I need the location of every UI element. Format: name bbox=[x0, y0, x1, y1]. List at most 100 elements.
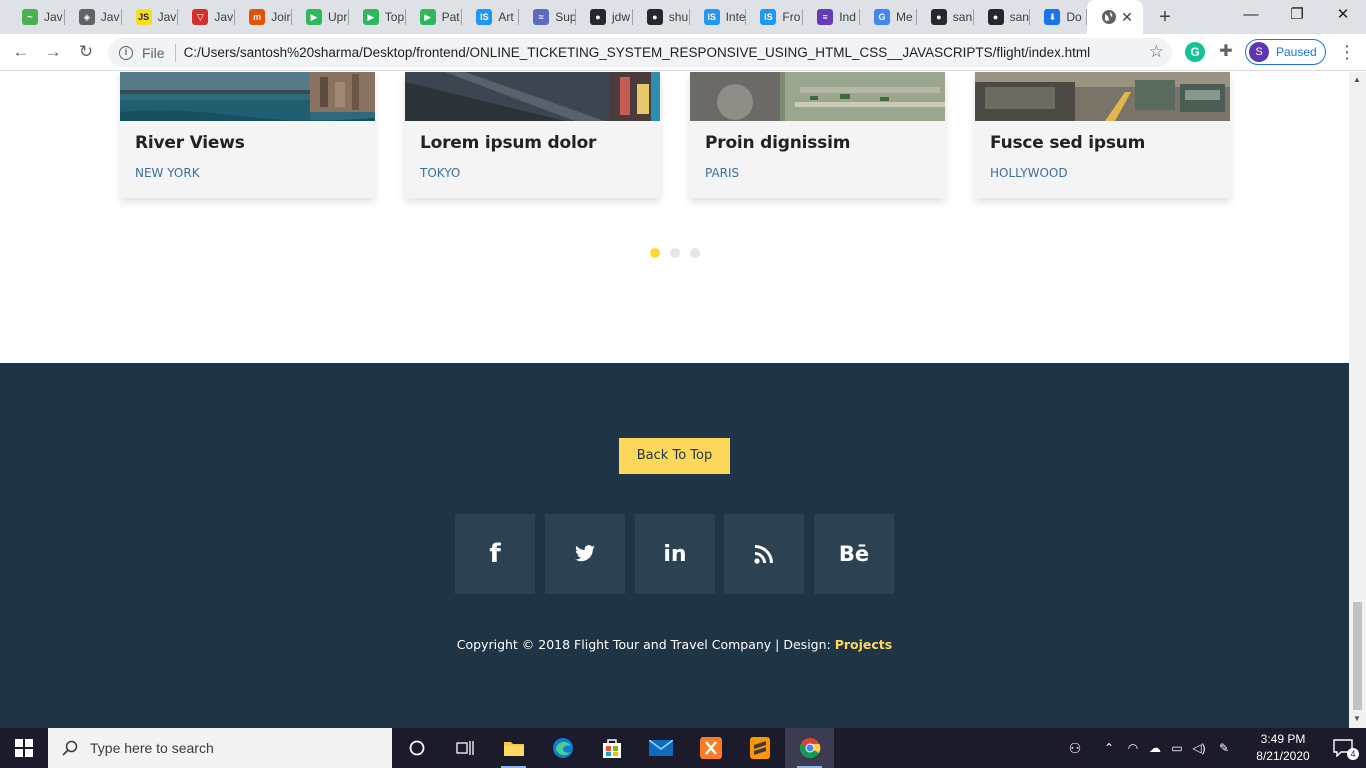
carousel-dot[interactable] bbox=[690, 248, 700, 258]
page-scrollbar[interactable]: ▲ ▼ bbox=[1349, 72, 1366, 728]
destination-card[interactable]: Proin dignissim PARIS bbox=[690, 72, 945, 198]
close-tab-icon[interactable]: ✕ bbox=[1119, 9, 1135, 25]
wave-tab-icon: ≈ bbox=[533, 9, 550, 25]
list-tab-icon: ≡ bbox=[817, 9, 834, 25]
menu-kebab-icon[interactable]: ⋮ bbox=[1338, 40, 1356, 64]
address-bar[interactable]: i File C:/Users/santosh%20sharma/Desktop… bbox=[108, 38, 1172, 67]
tab-label: jdw bbox=[612, 10, 631, 24]
destination-card[interactable]: River Views NEW YORK bbox=[120, 72, 375, 198]
grammarly-extension-icon[interactable]: G bbox=[1185, 42, 1205, 62]
twitter-button[interactable] bbox=[545, 514, 625, 594]
browser-tab[interactable]: ≈ Sup bbox=[519, 0, 576, 34]
design-link[interactable]: Projects bbox=[835, 637, 893, 652]
browser-tab[interactable]: ● san bbox=[917, 0, 974, 34]
browser-tab[interactable]: ◈ Jav bbox=[65, 0, 122, 34]
m-tab-icon: m bbox=[249, 9, 266, 25]
destination-title[interactable]: River Views bbox=[135, 133, 245, 153]
browser-tab[interactable]: G Me bbox=[860, 0, 917, 34]
volume-icon[interactable]: ◁) bbox=[1188, 741, 1210, 755]
browser-tab[interactable]: ● jdw bbox=[576, 0, 633, 34]
browser-tab[interactable]: ● shu bbox=[633, 0, 690, 34]
linkedin-icon: in bbox=[663, 541, 687, 567]
mail-button[interactable] bbox=[636, 728, 685, 768]
notification-count: 4 bbox=[1347, 748, 1359, 760]
url-text[interactable]: C:/Users/santosh%20sharma/Desktop/fronte… bbox=[184, 45, 1091, 60]
destination-title[interactable]: Proin dignissim bbox=[705, 133, 850, 153]
tab-label: Joir bbox=[271, 10, 291, 24]
browser-tab[interactable]: ▶ Upr bbox=[292, 0, 349, 34]
browser-tab[interactable]: ▽ Jav bbox=[178, 0, 236, 34]
start-button[interactable] bbox=[0, 728, 48, 768]
play-tab-icon: ▶ bbox=[306, 9, 322, 25]
reload-button[interactable]: ↻ bbox=[74, 40, 98, 64]
scrollbar-thumb[interactable] bbox=[1353, 602, 1362, 710]
site-info-icon[interactable]: i bbox=[119, 45, 133, 60]
browser-tab[interactable]: IS Inte bbox=[690, 0, 747, 34]
browser-tab[interactable]: IS Art bbox=[462, 0, 520, 34]
onedrive-cloud-icon[interactable]: ☁ bbox=[1144, 741, 1166, 755]
browser-tab[interactable]: m Joir bbox=[235, 0, 292, 34]
battery-icon[interactable]: ▭ bbox=[1166, 741, 1188, 755]
task-view-button[interactable] bbox=[440, 728, 489, 768]
browser-tab[interactable]: ▶ Pat bbox=[406, 0, 463, 34]
back-button[interactable]: ← bbox=[9, 40, 33, 64]
linkedin-button[interactable]: in bbox=[635, 514, 715, 594]
behance-button[interactable]: Bē bbox=[814, 514, 894, 594]
tab-label: Jav bbox=[157, 10, 177, 24]
sublime-icon bbox=[749, 737, 770, 759]
people-icon[interactable]: ⚇ bbox=[1062, 740, 1088, 757]
tab-label: Ind bbox=[839, 10, 856, 24]
carousel-dot-active[interactable] bbox=[650, 248, 660, 258]
maximize-button[interactable]: ❐ bbox=[1274, 0, 1320, 34]
back-to-top-button[interactable]: Back To Top bbox=[619, 438, 730, 474]
destination-card[interactable]: Lorem ipsum dolor TOKYO bbox=[405, 72, 660, 198]
tab-separator bbox=[631, 9, 633, 25]
xampp-button[interactable] bbox=[686, 728, 735, 768]
is-tab-icon: IS bbox=[476, 9, 493, 25]
taskbar-clock[interactable]: 3:49 PM 8/21/2020 bbox=[1248, 731, 1318, 765]
file-scheme-label: File bbox=[142, 44, 165, 61]
store-button[interactable] bbox=[587, 728, 636, 768]
carousel-pagination bbox=[650, 248, 700, 258]
destination-location: TOKYO bbox=[420, 166, 461, 180]
new-tab-button[interactable]: + bbox=[1153, 5, 1177, 29]
carousel-dot[interactable] bbox=[670, 248, 680, 258]
destination-title[interactable]: Lorem ipsum dolor bbox=[420, 133, 596, 153]
sublime-text-button[interactable] bbox=[735, 728, 784, 768]
chrome-button[interactable] bbox=[785, 728, 834, 768]
pen-icon[interactable]: ✎ bbox=[1210, 741, 1238, 755]
google-tab-icon: G bbox=[874, 9, 890, 25]
browser-tab[interactable]: ● san bbox=[974, 0, 1031, 34]
profile-button[interactable]: S Paused bbox=[1245, 39, 1326, 65]
scroll-up-arrow-icon[interactable]: ▲ bbox=[1353, 75, 1361, 84]
browser-tab[interactable]: ▶ Top bbox=[349, 0, 406, 34]
active-tab[interactable]: ✕ bbox=[1087, 0, 1143, 34]
file-explorer-button[interactable] bbox=[489, 728, 538, 768]
bookmark-star-icon[interactable]: ☆ bbox=[1149, 42, 1164, 62]
browser-tab[interactable]: JS Jav bbox=[122, 0, 179, 34]
show-hidden-icons-chevron-icon[interactable]: ⌃ bbox=[1096, 741, 1122, 755]
action-center-button[interactable]: 4 bbox=[1320, 728, 1366, 768]
browser-tab[interactable]: ~ Jav bbox=[8, 0, 65, 34]
tab-separator bbox=[461, 9, 463, 25]
forward-button[interactable]: → bbox=[41, 40, 65, 64]
taskbar-search-box[interactable]: Type here to search bbox=[48, 728, 392, 768]
destination-title[interactable]: Fusce sed ipsum bbox=[990, 133, 1145, 153]
extensions-puzzle-icon[interactable]: ✚ bbox=[1216, 42, 1236, 62]
cortana-button[interactable] bbox=[392, 728, 441, 768]
globe-icon bbox=[1101, 9, 1117, 25]
destination-image bbox=[975, 72, 1230, 121]
browser-tab[interactable]: IS Fro bbox=[746, 0, 804, 34]
tab-label: san bbox=[1009, 10, 1029, 24]
minimize-button[interactable]: — bbox=[1228, 0, 1274, 34]
close-window-button[interactable]: ✕ bbox=[1320, 0, 1366, 34]
facebook-button[interactable]: f bbox=[455, 514, 535, 594]
rss-button[interactable] bbox=[724, 514, 804, 594]
browser-tab[interactable]: ⬇ Do bbox=[1030, 0, 1088, 34]
destination-card[interactable]: Fusce sed ipsum HOLLYWOOD bbox=[975, 72, 1230, 198]
scroll-down-arrow-icon[interactable]: ▼ bbox=[1353, 714, 1361, 723]
wifi-icon[interactable]: ◠ bbox=[1122, 741, 1144, 755]
browser-tab[interactable]: ≡ Ind bbox=[803, 0, 860, 34]
edge-button[interactable] bbox=[538, 728, 587, 768]
windows-logo-icon bbox=[15, 739, 33, 757]
